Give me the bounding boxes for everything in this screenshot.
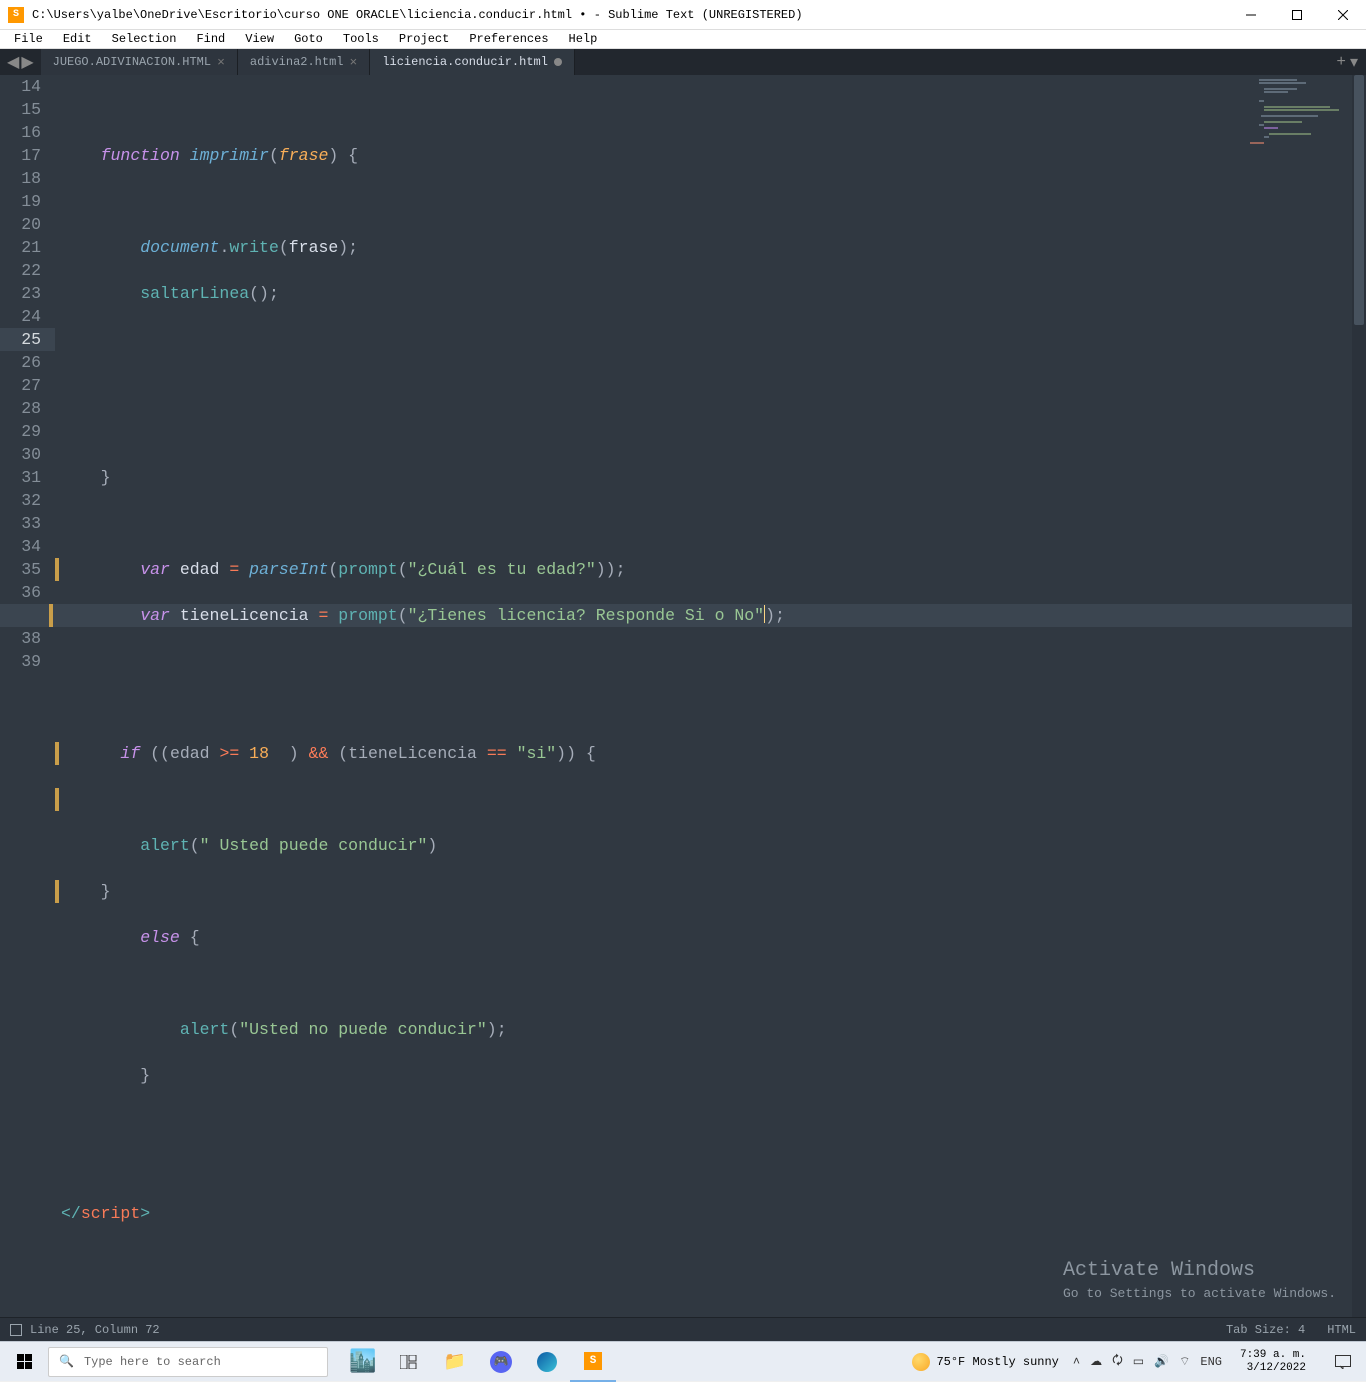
search-icon: 🔍 — [59, 1354, 74, 1369]
start-button[interactable] — [0, 1342, 48, 1382]
sun-icon — [912, 1353, 930, 1371]
windows-logo-icon — [17, 1354, 32, 1369]
tab-history-nav: ◀ ▶ — [0, 49, 41, 75]
wifi-icon[interactable]: ⌔ — [1179, 1354, 1190, 1369]
onedrive-icon[interactable]: ☁ — [1090, 1354, 1102, 1369]
tab-bar: ◀ ▶ JUEGO.ADIVINACION.HTML × adivina2.htm… — [0, 49, 1366, 75]
menu-help[interactable]: Help — [559, 30, 608, 48]
language-indicator[interactable]: ENG — [1200, 1355, 1222, 1369]
tab-label: JUEGO.ADIVINACION.HTML — [53, 55, 211, 69]
discord-icon[interactable]: 🎮 — [478, 1342, 524, 1382]
tab-juego[interactable]: JUEGO.ADIVINACION.HTML × — [41, 49, 238, 75]
task-view-button[interactable] — [386, 1342, 432, 1382]
maximize-button[interactable] — [1274, 0, 1320, 30]
menu-preferences[interactable]: Preferences — [459, 30, 558, 48]
menu-find[interactable]: Find — [186, 30, 235, 48]
menu-tools[interactable]: Tools — [333, 30, 389, 48]
menu-file[interactable]: File — [4, 30, 53, 48]
scrollbar-thumb[interactable] — [1354, 75, 1364, 325]
search-placeholder: Type here to search — [84, 1355, 221, 1369]
window-title: C:\Users\yalbe\OneDrive\Escritorio\curso… — [32, 8, 1228, 22]
city-widget-icon[interactable]: 🏙️ — [340, 1342, 386, 1382]
sublime-icon: S — [8, 7, 24, 23]
tab-liciencia[interactable]: liciencia.conducir.html — [370, 49, 575, 75]
taskbar-clock[interactable]: 7:39 a. m. 3/12/2022 — [1236, 1349, 1310, 1375]
taskbar: 🔍 Type here to search 🏙️ 📁 🎮 S 75°F Most… — [0, 1341, 1366, 1381]
minimap[interactable] — [1242, 75, 1352, 1317]
editor[interactable]: 1415161718192021222324252627282930313233… — [0, 75, 1366, 1317]
tab-label: adivina2.html — [250, 55, 344, 69]
cursor-position[interactable]: Line 25, Column 72 — [30, 1323, 160, 1337]
minimize-button[interactable] — [1228, 0, 1274, 30]
panel-switcher-icon[interactable] — [10, 1324, 22, 1336]
code-area[interactable]: function imprimir(frase) { document.writ… — [55, 75, 1366, 1317]
line-gutter: 1415161718192021222324252627282930313233… — [0, 75, 55, 1317]
close-icon[interactable]: × — [350, 55, 358, 70]
notifications-button[interactable] — [1324, 1342, 1362, 1382]
syntax-language[interactable]: HTML — [1327, 1323, 1356, 1337]
new-tab-icon[interactable]: + — [1336, 53, 1346, 71]
menu-goto[interactable]: Goto — [284, 30, 333, 48]
dirty-indicator-icon — [554, 58, 562, 66]
tab-adivina2[interactable]: adivina2.html × — [238, 49, 370, 75]
edge-icon[interactable] — [524, 1342, 570, 1382]
vertical-scrollbar[interactable] — [1352, 75, 1366, 1317]
menu-view[interactable]: View — [235, 30, 284, 48]
close-button[interactable] — [1320, 0, 1366, 30]
menu-edit[interactable]: Edit — [53, 30, 102, 48]
tab-label: liciencia.conducir.html — [382, 55, 548, 69]
statusbar: Line 25, Column 72 Tab Size: 4 HTML — [0, 1317, 1366, 1341]
battery-icon[interactable]: ▭ — [1133, 1354, 1144, 1369]
tab-forward-icon[interactable]: ▶ — [21, 52, 33, 72]
chevron-up-icon[interactable]: ˄ — [1073, 1355, 1080, 1369]
menu-project[interactable]: Project — [389, 30, 459, 48]
weather-text: 75°F Mostly sunny — [936, 1355, 1058, 1369]
sublime-taskbar-icon[interactable]: S — [570, 1342, 616, 1382]
tab-menu-icon[interactable]: ▾ — [1350, 52, 1358, 72]
tab-back-icon[interactable]: ◀ — [7, 52, 19, 72]
file-explorer-icon[interactable]: 📁 — [432, 1342, 478, 1382]
taskbar-search[interactable]: 🔍 Type here to search — [48, 1347, 328, 1377]
menubar: File Edit Selection Find View Goto Tools… — [0, 30, 1366, 49]
tab-size[interactable]: Tab Size: 4 — [1226, 1323, 1305, 1337]
close-icon[interactable]: × — [217, 55, 225, 70]
volume-icon[interactable]: 🔊 — [1154, 1354, 1169, 1369]
menu-selection[interactable]: Selection — [102, 30, 187, 48]
weather-widget[interactable]: 75°F Mostly sunny — [912, 1353, 1058, 1371]
window-titlebar: S C:\Users\yalbe\OneDrive\Escritorio\cur… — [0, 0, 1366, 30]
system-tray[interactable]: ˄ ☁ 🗘 ▭ 🔊 ⌔ ENG — [1073, 1351, 1222, 1372]
sync-icon[interactable]: 🗘 — [1112, 1351, 1123, 1372]
